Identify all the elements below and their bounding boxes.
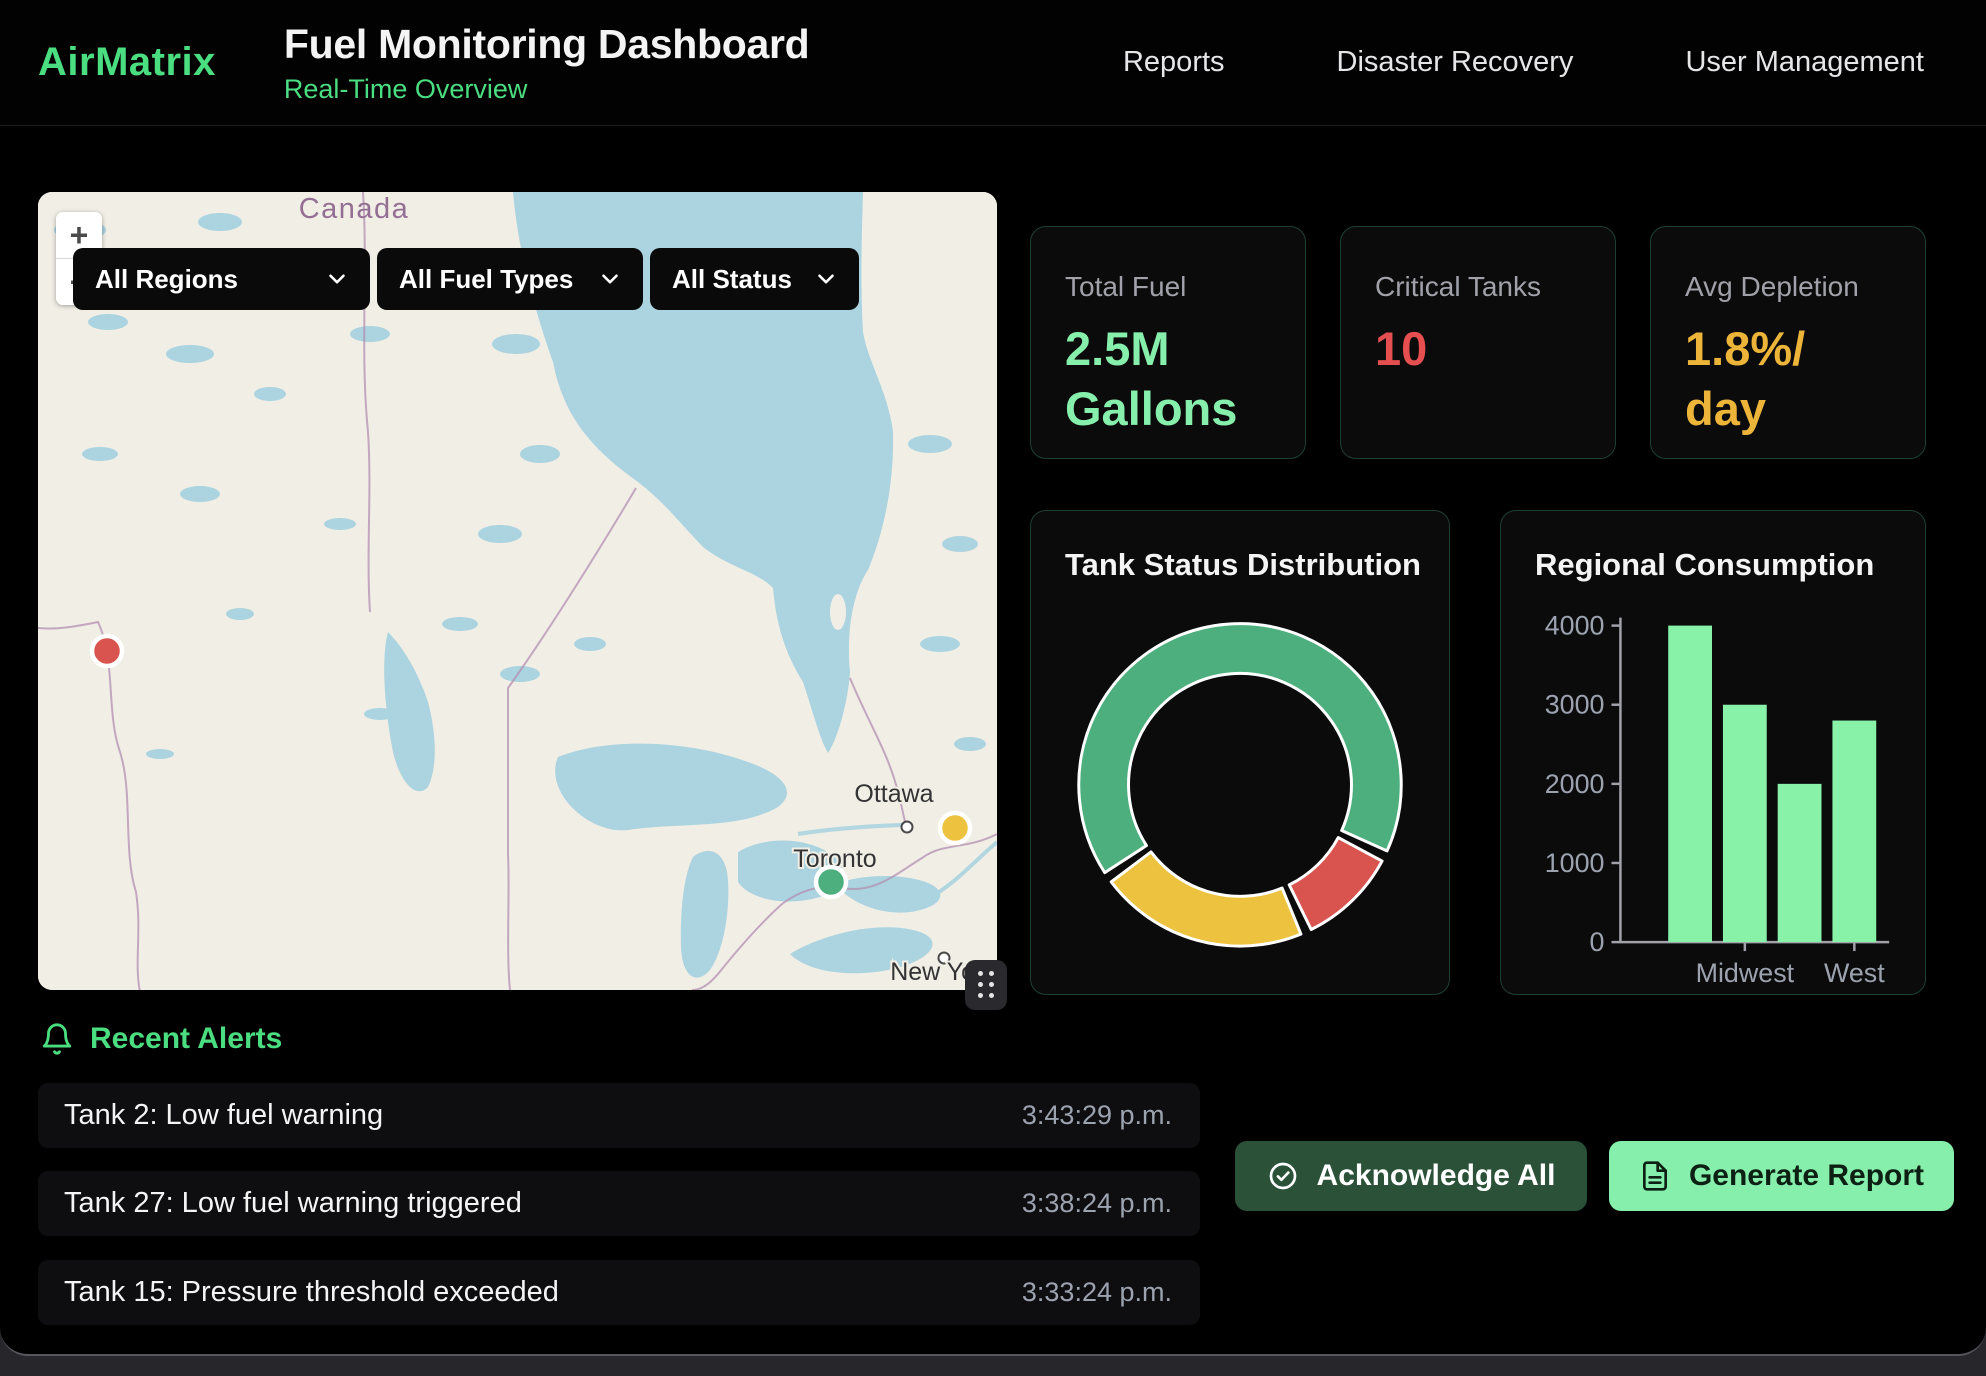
page-subtitle: Real-Time Overview (284, 74, 809, 105)
alert-message: Tank 2: Low fuel warning (64, 1099, 383, 1132)
tank-status-marker (940, 813, 970, 843)
acknowledge-all-button[interactable]: Acknowledge All (1235, 1141, 1587, 1211)
bar (1723, 705, 1767, 942)
stat-label: Total Fuel (1065, 271, 1271, 303)
file-text-icon (1639, 1160, 1671, 1192)
bar (1832, 721, 1876, 943)
regional-consumption-card: Regional Consumption 01000200030004000Mi… (1500, 510, 1926, 995)
header: AirMatrix Fuel Monitoring Dashboard Real… (0, 0, 1986, 126)
status-filter-value: All Status (672, 264, 792, 295)
nav-item-disaster-recovery[interactable]: Disaster Recovery (1337, 46, 1574, 79)
regional-consumption-bar-chart: 0 1000 2000 3000 4000 Midwest West (1501, 511, 1925, 994)
stat-card-total-fuel: Total Fuel 2.5MGallons (1030, 226, 1306, 459)
chevron-down-icon (324, 266, 350, 292)
main-nav: Reports Disaster Recovery User Managemen… (1123, 46, 1924, 79)
svg-text:0: 0 (1590, 927, 1605, 957)
map-viewport[interactable]: CanadaOttawaTorontoNew York (38, 192, 997, 990)
tank-status-card: Tank Status Distribution (1030, 510, 1450, 995)
svg-text:1000: 1000 (1545, 848, 1605, 878)
stat-value: 10 (1375, 319, 1581, 379)
alerts-header: Recent Alerts (40, 1022, 282, 1056)
alerts-title: Recent Alerts (90, 1022, 282, 1056)
fuel-types-filter-select[interactable]: All Fuel Types (377, 248, 643, 310)
fuel-types-filter-value: All Fuel Types (399, 264, 573, 295)
check-circle-icon (1267, 1160, 1299, 1192)
stat-card-critical-tanks: Critical Tanks 10 (1340, 226, 1616, 459)
city-label: Ottawa (854, 780, 933, 808)
generate-report-label: Generate Report (1689, 1159, 1924, 1193)
map-canvas: CanadaOttawaTorontoNew York (38, 192, 997, 990)
map-panel: CanadaOttawaTorontoNew York + − All Regi… (38, 192, 997, 990)
title-block: Fuel Monitoring Dashboard Real-Time Over… (284, 21, 809, 105)
stat-card-avg-depletion: Avg Depletion 1.8%/day (1650, 226, 1926, 459)
alert-row[interactable]: Tank 15: Pressure threshold exceeded 3:3… (38, 1260, 1200, 1325)
stat-value: 2.5MGallons (1065, 319, 1271, 439)
svg-text:4000: 4000 (1545, 611, 1605, 641)
alert-timestamp: 3:33:24 p.m. (1022, 1277, 1172, 1308)
city-dot (902, 822, 913, 833)
x-tick-label: Midwest (1696, 958, 1795, 988)
tank-status-marker (816, 867, 846, 897)
nav-item-user-management[interactable]: User Management (1685, 46, 1924, 79)
stat-label: Avg Depletion (1685, 271, 1891, 303)
donut-segment-yellow (1111, 852, 1301, 946)
nav-item-reports[interactable]: Reports (1123, 46, 1225, 79)
brand-logo: AirMatrix (38, 40, 216, 85)
map-filter-bar: All Regions All Fuel Types All Status (73, 248, 859, 310)
bell-icon (40, 1022, 74, 1056)
bar (1778, 784, 1822, 942)
stat-label: Critical Tanks (1375, 271, 1581, 303)
donut-segment-red (1289, 838, 1382, 930)
alert-timestamp: 3:43:29 p.m. (1022, 1100, 1172, 1131)
alert-timestamp: 3:38:24 p.m. (1022, 1188, 1172, 1219)
svg-text:3000: 3000 (1545, 690, 1605, 720)
regions-filter-select[interactable]: All Regions (73, 248, 370, 310)
bar (1668, 626, 1712, 943)
x-tick-label: West (1824, 958, 1885, 988)
alert-row[interactable]: Tank 2: Low fuel warning 3:43:29 p.m. (38, 1083, 1200, 1148)
svg-text:2000: 2000 (1545, 769, 1605, 799)
stat-value: 1.8%/day (1685, 319, 1891, 439)
map-island (830, 594, 846, 630)
acknowledge-all-label: Acknowledge All (1317, 1159, 1556, 1193)
alert-row[interactable]: Tank 27: Low fuel warning triggered 3:38… (38, 1171, 1200, 1236)
app-window: AirMatrix Fuel Monitoring Dashboard Real… (0, 0, 1986, 1356)
alert-message: Tank 15: Pressure threshold exceeded (64, 1276, 559, 1309)
page-title: Fuel Monitoring Dashboard (284, 21, 809, 68)
donut-segment-green (1079, 624, 1401, 873)
alert-message: Tank 27: Low fuel warning triggered (64, 1187, 522, 1220)
chevron-down-icon (813, 266, 839, 292)
generate-report-button[interactable]: Generate Report (1609, 1141, 1954, 1211)
tank-status-donut-chart (1031, 511, 1449, 994)
chevron-down-icon (597, 266, 623, 292)
map-region-label: Canada (299, 193, 410, 225)
status-filter-select[interactable]: All Status (650, 248, 859, 310)
tank-status-marker (92, 636, 122, 666)
map-resize-handle[interactable] (965, 960, 1007, 1010)
regions-filter-value: All Regions (95, 264, 238, 295)
